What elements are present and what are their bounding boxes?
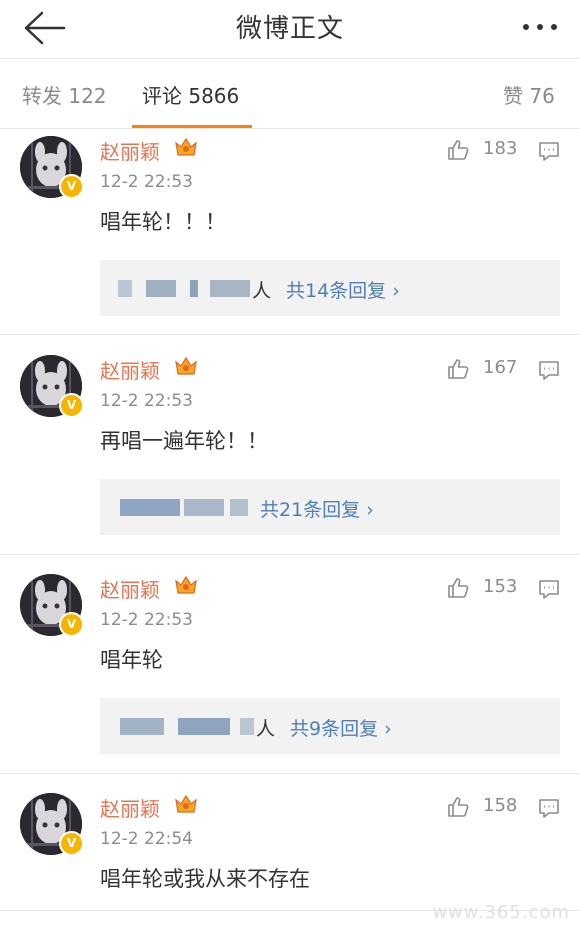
- blurred-avatar: [178, 718, 230, 735]
- comment-username[interactable]: 赵丽颖: [100, 355, 160, 384]
- tab-likes[interactable]: 赞 76: [503, 80, 555, 109]
- tab-reposts[interactable]: 转发 122: [22, 80, 107, 109]
- blurred-avatar: [120, 718, 164, 735]
- comment-icon[interactable]: [538, 359, 560, 381]
- divider: [0, 554, 580, 555]
- comment-username[interactable]: 赵丽颖: [100, 793, 160, 822]
- blurred-avatar: [120, 499, 180, 516]
- blurred-avatar: [118, 280, 132, 297]
- like-count: 183: [483, 138, 518, 159]
- tab-comments[interactable]: 评论 5866: [142, 80, 239, 109]
- blurred-avatar: [240, 718, 254, 735]
- vip-crown-icon: [175, 356, 197, 375]
- vip-crown-icon: [175, 575, 197, 594]
- top-bar: 微博正文: [0, 0, 580, 56]
- thumbs-up-icon[interactable]: [446, 357, 470, 381]
- watermark: www.365.com: [432, 902, 570, 923]
- comment-text: 唱年轮: [100, 648, 163, 672]
- comment-icon[interactable]: [538, 797, 560, 819]
- divider: [0, 128, 580, 129]
- reply-summary[interactable]: 人 共14条回复 ›: [100, 260, 560, 316]
- like-count: 167: [483, 357, 518, 378]
- blurred-avatar: [210, 280, 250, 297]
- more-dots-icon[interactable]: [520, 12, 560, 42]
- comment-icon[interactable]: [538, 578, 560, 600]
- comment-time: 12-2 22:54: [100, 829, 193, 849]
- comment-time: 12-2 22:53: [100, 172, 193, 192]
- comment-time: 12-2 22:53: [100, 391, 193, 411]
- thumbs-up-icon[interactable]: [446, 795, 470, 819]
- blurred-avatar: [146, 280, 176, 297]
- reply-summary[interactable]: 共21条回复 ›: [100, 479, 560, 535]
- verified-badge-icon: V: [59, 174, 84, 199]
- divider: [0, 58, 580, 59]
- thumbs-up-icon[interactable]: [446, 138, 470, 162]
- comment-username[interactable]: 赵丽颖: [100, 136, 160, 165]
- comment-username[interactable]: 赵丽颖: [100, 574, 160, 603]
- like-count: 153: [483, 576, 518, 597]
- verified-badge-icon: V: [59, 612, 84, 637]
- comment-text: 再唱一遍年轮！！: [100, 429, 268, 453]
- people-suffix: 人: [256, 718, 276, 740]
- reply-count-link[interactable]: 共9条回复 ›: [290, 714, 392, 741]
- blurred-avatar: [230, 499, 248, 516]
- vip-crown-icon: [175, 137, 197, 156]
- people-suffix: 人: [252, 280, 272, 302]
- comment-icon[interactable]: [538, 140, 560, 162]
- divider: [0, 773, 580, 774]
- verified-badge-icon: V: [59, 393, 84, 418]
- tab-bar: 转发 122 评论 5866 赞 76: [0, 60, 580, 130]
- page-title: 微博正文: [235, 14, 344, 44]
- vip-crown-icon: [175, 794, 197, 813]
- reply-summary[interactable]: 人 共9条回复 ›: [100, 698, 560, 754]
- comment-time: 12-2 22:53: [100, 610, 193, 630]
- reply-count-link[interactable]: 共14条回复 ›: [286, 276, 400, 303]
- verified-badge-icon: V: [59, 831, 84, 856]
- thumbs-up-icon[interactable]: [446, 576, 470, 600]
- comment-text: 唱年轮或我从来不存在: [100, 867, 310, 891]
- like-count: 158: [483, 795, 518, 816]
- comment-text: 唱年轮！！！: [100, 210, 226, 234]
- reply-count-link[interactable]: 共21条回复 ›: [260, 495, 374, 522]
- divider: [0, 334, 580, 335]
- blurred-avatar: [184, 499, 224, 516]
- blurred-avatar: [190, 280, 198, 297]
